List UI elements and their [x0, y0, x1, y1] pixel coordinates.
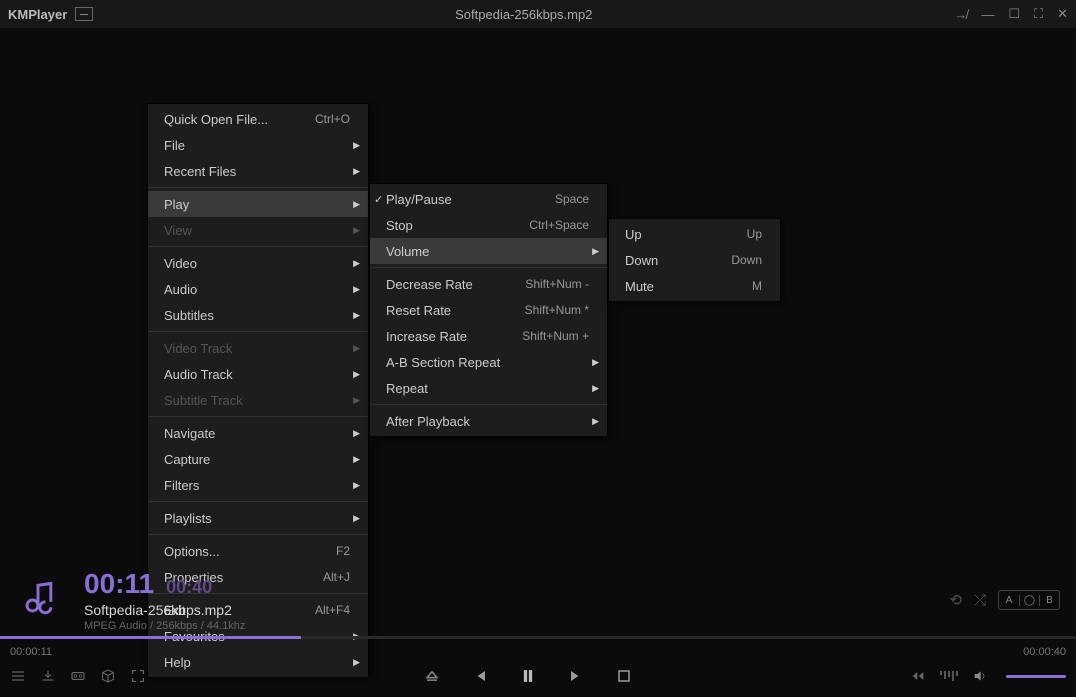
previous-button[interactable]	[470, 666, 490, 686]
menu-item[interactable]: Quick Open File...Ctrl+O	[148, 106, 368, 132]
shuffle-icon[interactable]: ⤮	[974, 592, 986, 609]
elapsed-time: 00:00:11	[10, 646, 52, 658]
progress-fill	[0, 636, 301, 639]
menu-item[interactable]: Audio▶	[148, 276, 368, 302]
ab-a[interactable]: A	[999, 595, 1019, 606]
progress-bar[interactable]	[0, 636, 1076, 639]
menu-item[interactable]: Volume▶	[370, 238, 607, 264]
fullscreen-icon[interactable]: ⛶	[1034, 6, 1043, 22]
menu-item[interactable]: MuteM	[609, 273, 780, 299]
track-meta: MPEG Audio / 256kbps / 44.1khz	[84, 620, 245, 632]
eject-button[interactable]	[422, 666, 442, 686]
download-icon[interactable]	[40, 668, 56, 684]
speaker-icon[interactable]	[972, 668, 988, 684]
menu-item[interactable]: Navigate▶	[148, 420, 368, 446]
window-title: Softpedia-256kbps.mp2	[93, 7, 954, 22]
video-area[interactable]: SOFTPEDIA® Quick Open File...Ctrl+OFile▶…	[0, 28, 1076, 564]
next-button[interactable]	[566, 666, 586, 686]
vr-icon[interactable]	[70, 668, 86, 684]
menu-item[interactable]: Filters▶	[148, 472, 368, 498]
playlist-icon[interactable]	[10, 668, 26, 684]
ab-repeat-group[interactable]: A ◯ B	[998, 590, 1060, 610]
menu-item[interactable]: Decrease RateShift+Num -	[370, 271, 607, 297]
total-time: 00:40	[166, 577, 212, 598]
pin-icon[interactable]: ↛	[954, 7, 967, 22]
bottom-bar: 00:00:11 00:00:40	[0, 644, 1076, 696]
menu-item: Video Track▶	[148, 335, 368, 361]
menu-item[interactable]: Options...F2	[148, 538, 368, 564]
track-title: Softpedia-256kbps.mp2	[84, 602, 245, 618]
skip-back-icon[interactable]	[910, 668, 926, 684]
menu-item[interactable]: StopCtrl+Space	[370, 212, 607, 238]
menu-item[interactable]: Capture▶	[148, 446, 368, 472]
menu-item[interactable]: UpUp	[609, 221, 780, 247]
menu-item[interactable]: File▶	[148, 132, 368, 158]
ab-mid[interactable]: ◯	[1019, 595, 1039, 606]
close-icon[interactable]: ✕	[1057, 6, 1068, 22]
menu-item[interactable]: ✓Play/PauseSpace	[370, 186, 607, 212]
expand-icon[interactable]	[130, 668, 146, 684]
menu-item[interactable]: A-B Section Repeat▶	[370, 349, 607, 375]
stop-button[interactable]	[614, 666, 634, 686]
context-menu-volume: UpUpDownDownMuteM	[608, 218, 781, 302]
menu-item: Subtitle Track▶	[148, 387, 368, 413]
context-menu-play: ✓Play/PauseSpaceStopCtrl+SpaceVolume▶ Dec…	[369, 183, 608, 437]
cube-icon[interactable]	[100, 668, 116, 684]
window-small-icon[interactable]	[75, 7, 93, 21]
menu-item[interactable]: After Playback▶	[370, 408, 607, 434]
volume-slider[interactable]	[1006, 675, 1066, 678]
ab-b[interactable]: B	[1039, 595, 1059, 606]
remaining-time: 00:00:40	[1023, 646, 1066, 658]
menu-item[interactable]: Repeat▶	[370, 375, 607, 401]
menu-item[interactable]: Video▶	[148, 250, 368, 276]
title-bar: KMPlayer Softpedia-256kbps.mp2 ↛ — ☐ ⛶ ✕	[0, 0, 1076, 28]
minimize-icon[interactable]: —	[981, 7, 994, 22]
menu-item[interactable]: Recent Files▶	[148, 158, 368, 184]
menu-item[interactable]: Increase RateShift+Num +	[370, 323, 607, 349]
menu-item[interactable]: Subtitles▶	[148, 302, 368, 328]
pause-button[interactable]	[518, 666, 538, 686]
menu-item[interactable]: Reset RateShift+Num *	[370, 297, 607, 323]
menu-item: View▶	[148, 217, 368, 243]
equalizer-icon[interactable]	[940, 671, 958, 681]
music-note-icon	[16, 578, 60, 622]
maximize-icon[interactable]: ☐	[1008, 6, 1020, 22]
menu-item[interactable]: Audio Track▶	[148, 361, 368, 387]
menu-item[interactable]: Play▶	[148, 191, 368, 217]
now-playing-bar: 00:11 00:40 Softpedia-256kbps.mp2 MPEG A…	[0, 564, 1076, 636]
repeat-icon[interactable]: ⟲	[949, 591, 962, 609]
menu-item[interactable]: DownDown	[609, 247, 780, 273]
current-time: 00:11	[84, 568, 154, 600]
menu-item[interactable]: Playlists▶	[148, 505, 368, 531]
app-name: KMPlayer	[8, 7, 67, 22]
